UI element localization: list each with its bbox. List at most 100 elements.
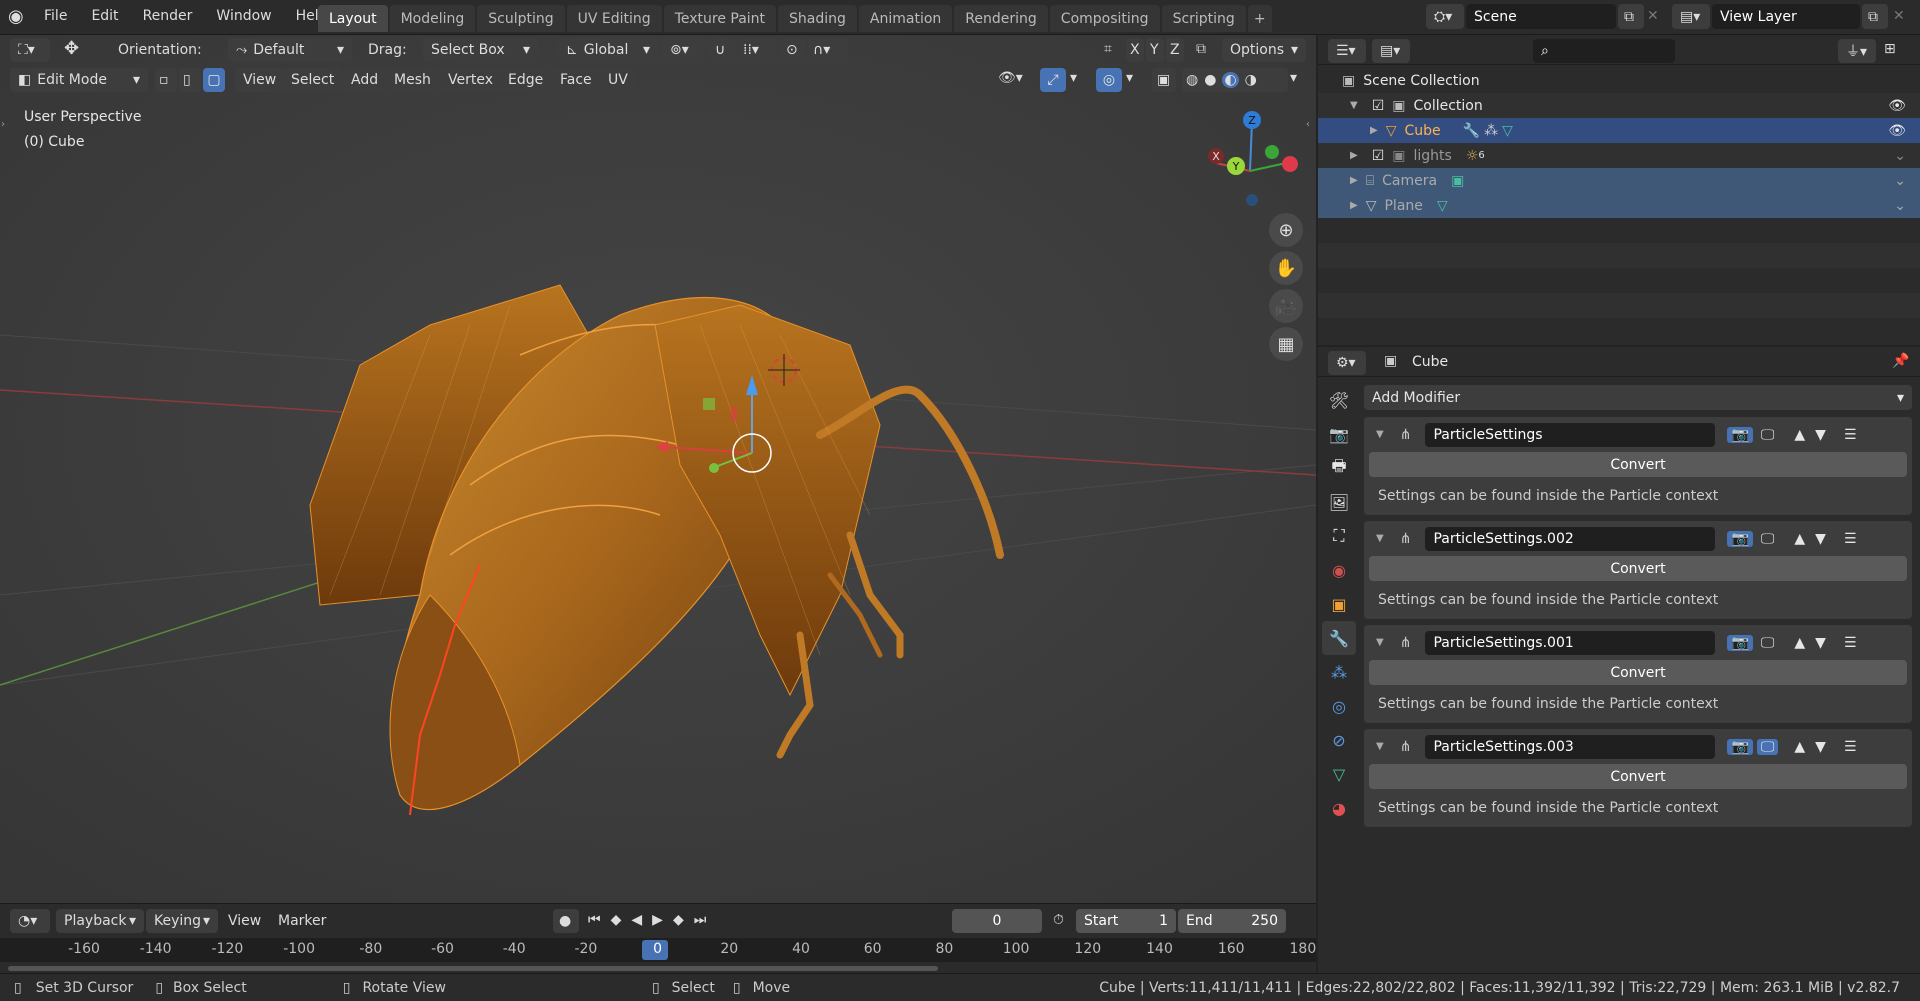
vertex-select-icon[interactable]: ▫ (155, 68, 177, 92)
outliner-search-input[interactable]: ⌕ (1533, 39, 1675, 63)
proportional-edit-icon[interactable]: ⊙ (780, 38, 806, 62)
expand-arrow-icon[interactable]: ▶ (1350, 200, 1358, 211)
timeline-editor-icon[interactable]: ◔▾ (10, 909, 50, 933)
sidebar-expand-icon[interactable]: ‹ (1306, 119, 1310, 130)
modifier-menu-icon[interactable]: ☰ (1844, 531, 1857, 547)
filter-icon[interactable]: ⏚▾ (1838, 39, 1876, 63)
mirror-y-toggle[interactable]: Y (1146, 38, 1164, 62)
3d-viewport[interactable]: ⛶▾ ✥ Orientation: ⤳ Default ▾ Drag: Select… (0, 35, 1316, 903)
chevron-down-icon[interactable]: ⌄ (1894, 148, 1906, 164)
move-up-icon[interactable]: ▲ (1794, 739, 1805, 755)
chevron-down-icon[interactable]: ⌄ (1894, 198, 1906, 214)
timeline-marker-menu[interactable]: Marker (278, 913, 326, 929)
tree-row-camera[interactable]: ▶ ⌸ Camera ▣ ⌄ (1318, 168, 1920, 193)
eye-icon[interactable]: 👁 (1888, 98, 1906, 114)
add-modifier-dropdown[interactable]: Add Modifier ▾ (1364, 385, 1912, 410)
view-layer-browse-icon[interactable]: ▤▾ (1672, 4, 1710, 29)
end-frame-field[interactable]: End 250 (1178, 909, 1286, 933)
current-frame-field[interactable]: 0 (952, 909, 1042, 933)
chevron-down-icon[interactable]: ▾ (1070, 70, 1077, 86)
falloff-icon[interactable]: ∩▾ (808, 38, 848, 62)
scene-browse-icon[interactable]: ⛭▾ (1426, 4, 1464, 29)
mesh-data-icon[interactable]: ▽ (1437, 198, 1448, 214)
modifier-menu-icon[interactable]: ☰ (1844, 427, 1857, 443)
camera-view-icon[interactable]: 🎥 (1269, 289, 1303, 323)
mode-dropdown[interactable]: ◧ Edit Mode ▾ (10, 68, 148, 92)
tree-row-lights[interactable]: ▶ ☑ ▣ lights ☼ 6 ⌄ (1318, 143, 1920, 168)
menu-mesh[interactable]: Mesh (386, 68, 439, 92)
start-frame-field[interactable]: Start 1 (1076, 909, 1176, 933)
viewport-toggle-icon[interactable]: 🖵 (1757, 427, 1779, 443)
prev-keyframe-icon[interactable]: ◆ (611, 912, 622, 928)
eye-icon[interactable]: 👁 (1888, 123, 1906, 139)
snap-magnet-icon[interactable]: ∪ (710, 38, 736, 62)
chevron-down-icon[interactable]: ▾ (1126, 70, 1133, 86)
pivot-point-icon[interactable]: ⊚▾ (662, 38, 704, 62)
menu-file[interactable]: File (32, 8, 79, 24)
material-shading-icon[interactable]: ◐ (1222, 72, 1239, 88)
scene-name-field[interactable]: Scene (1466, 4, 1616, 29)
transform-space-dropdown[interactable]: ⊾ Global ▾ (558, 38, 658, 62)
viewport-toggle-icon[interactable]: 🖵 (1756, 738, 1779, 755)
menu-vertex[interactable]: Vertex (440, 68, 502, 92)
menu-face[interactable]: Face (552, 68, 600, 92)
collapse-arrow-icon[interactable]: ▼ (1376, 741, 1384, 752)
drag-dropdown[interactable]: Select Box ▾ (423, 38, 538, 62)
new-view-layer-icon[interactable]: ⧉ (1862, 4, 1888, 29)
convert-button[interactable]: Convert (1369, 764, 1907, 789)
gizmo-toggle-icon[interactable]: ⤢ (1040, 68, 1066, 92)
mesh-data-icon[interactable]: ▽ (1502, 123, 1513, 139)
outliner-editor-icon[interactable]: ☰▾ (1328, 39, 1366, 63)
menu-render[interactable]: Render (131, 8, 205, 24)
expand-arrow-icon[interactable]: ▼ (1350, 100, 1358, 111)
zoom-icon[interactable]: ⊕ (1269, 213, 1303, 247)
edge-select-icon[interactable]: ▯ (179, 68, 201, 92)
tab-animation[interactable]: Animation (858, 5, 953, 32)
collapse-arrow-icon[interactable]: ▼ (1376, 533, 1384, 544)
expand-arrow-icon[interactable]: ▶ (1350, 175, 1358, 186)
collapse-arrow-icon[interactable]: ▼ (1376, 429, 1384, 440)
play-reverse-icon[interactable]: ◀ (631, 912, 642, 928)
timeline-ruler[interactable]: -160 -140 -120 -100 -80 -60 -40 -20 0 20 40 60 80 100… (0, 938, 1316, 962)
move-down-icon[interactable]: ▼ (1815, 635, 1826, 651)
convert-button[interactable]: Convert (1369, 556, 1907, 581)
tree-row-cube[interactable]: ▶ ▽ Cube 🔧 ⁂ ▽ 👁 (1318, 118, 1920, 143)
menu-uv[interactable]: UV (600, 68, 636, 92)
menu-add[interactable]: Add (343, 68, 387, 92)
snap-grid-icon[interactable]: ⁞⁞▾ (738, 38, 776, 62)
render-toggle-icon[interactable]: 📷 (1727, 530, 1753, 547)
visibility-icon[interactable]: 👁▾ (998, 70, 1023, 86)
tab-sculpting[interactable]: Sculpting (477, 5, 565, 32)
render-toggle-icon[interactable]: 📷 (1727, 634, 1753, 651)
view-layer-field[interactable]: View Layer (1712, 4, 1860, 29)
tab-texture-paint[interactable]: Texture Paint (663, 5, 777, 32)
render-toggle-icon[interactable]: 📷 (1727, 426, 1753, 443)
solid-shading-icon[interactable]: ● (1204, 72, 1216, 88)
modifier-name-field[interactable]: ParticleSettings.003 (1425, 734, 1716, 759)
move-up-icon[interactable]: ▲ (1794, 531, 1805, 547)
play-icon[interactable]: ▶ (652, 912, 663, 928)
display-mode-icon[interactable]: ▤▾ (1372, 39, 1410, 63)
tab-modeling[interactable]: Modeling (389, 5, 476, 32)
editor-type-icon[interactable]: ⛶▾ (10, 38, 50, 62)
tab-compositing[interactable]: Compositing (1049, 5, 1160, 32)
particles-icon[interactable]: ⁂ (1484, 123, 1498, 139)
tab-rendering[interactable]: Rendering (954, 5, 1048, 32)
mirror-z-toggle[interactable]: Z (1166, 38, 1184, 62)
add-workspace-button[interactable]: + (1247, 5, 1272, 32)
modifier-name-field[interactable]: ParticleSettings.002 (1425, 526, 1716, 551)
viewport-toggle-icon[interactable]: 🖵 (1757, 531, 1779, 547)
next-keyframe-icon[interactable]: ◆ (673, 912, 684, 928)
modifier-menu-icon[interactable]: ☰ (1844, 635, 1857, 651)
keying-menu[interactable]: Keying ▾ (146, 909, 218, 933)
tab-layout[interactable]: Layout (318, 5, 388, 32)
expand-arrow-icon[interactable]: ▶ (1350, 150, 1358, 161)
wireframe-shading-icon[interactable]: ◍ (1186, 72, 1198, 88)
stopwatch-icon[interactable]: ⏱ (1053, 912, 1064, 928)
perspective-toggle-icon[interactable]: ▦ (1269, 327, 1303, 361)
modifier-menu-icon[interactable]: ☰ (1844, 739, 1857, 755)
tree-row-collection[interactable]: ▼ ☑ ▣ Collection 👁 (1318, 93, 1920, 118)
render-toggle-icon[interactable]: 📷 (1727, 738, 1753, 755)
collapse-arrow-icon[interactable]: ▼ (1376, 637, 1384, 648)
convert-button[interactable]: Convert (1369, 452, 1907, 477)
